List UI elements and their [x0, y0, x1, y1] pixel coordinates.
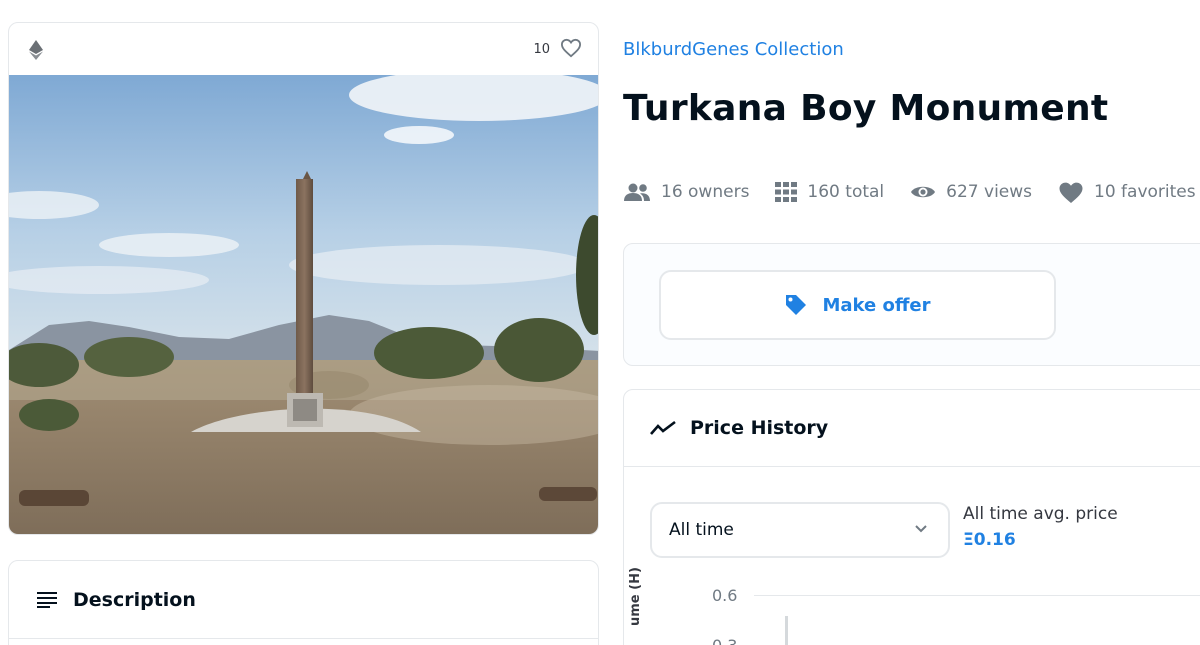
chart-y-axis	[785, 616, 788, 645]
collection-link[interactable]: BlkburdGenes Collection	[623, 39, 844, 60]
nft-artwork-image[interactable]	[9, 75, 599, 535]
heart-outline-icon[interactable]	[560, 38, 582, 58]
nft-media-card: 10	[8, 22, 599, 535]
ethereum-icon	[29, 40, 43, 60]
heart-filled-icon	[1059, 182, 1083, 203]
lines-icon	[37, 592, 57, 608]
people-icon	[624, 183, 650, 201]
item-stats: 16 owners 160 total 627 views 10 favorit…	[623, 178, 1200, 206]
y-tick-label: 0.6	[712, 586, 738, 605]
owners-label: 16 owners	[661, 182, 750, 202]
y-tick-label: 0.3	[712, 636, 737, 645]
eye-icon	[911, 186, 936, 198]
price-history-card: Price History All time All time avg. pri…	[623, 389, 1200, 645]
chart-y-axis-label: ume (H)	[628, 567, 643, 626]
price-history-title: Price History	[690, 417, 829, 439]
views-label: 627 views	[946, 182, 1033, 202]
trend-line-icon	[650, 420, 676, 435]
description-card: Description	[8, 560, 599, 645]
description-header[interactable]: Description	[9, 561, 598, 639]
chart-gridline	[754, 595, 1200, 596]
owners-stat[interactable]: 16 owners	[623, 182, 749, 202]
avg-price-value: Ξ0.16	[963, 530, 1016, 550]
favorites-label: 10 favorites	[1094, 182, 1196, 202]
make-offer-label: Make offer	[822, 294, 931, 316]
grid-icon	[775, 182, 798, 202]
media-header: 10	[9, 23, 598, 75]
favorite-count: 10	[533, 42, 550, 57]
chevron-down-icon	[915, 525, 927, 533]
description-title: Description	[73, 589, 196, 611]
total-stat: 160 total	[775, 182, 884, 202]
time-range-select[interactable]: All time	[650, 502, 950, 558]
tag-icon	[786, 295, 807, 315]
offer-card: Make offer	[623, 243, 1200, 366]
item-title: Turkana Boy Monument	[623, 88, 1109, 129]
avg-price-label: All time avg. price	[963, 504, 1118, 524]
time-range-value: All time	[669, 520, 734, 540]
price-history-header[interactable]: Price History	[624, 390, 1200, 467]
make-offer-button[interactable]: Make offer	[659, 270, 1056, 340]
favorites-stat[interactable]: 10 favorites	[1058, 181, 1196, 204]
total-label: 160 total	[807, 182, 885, 202]
views-stat: 627 views	[910, 182, 1032, 202]
